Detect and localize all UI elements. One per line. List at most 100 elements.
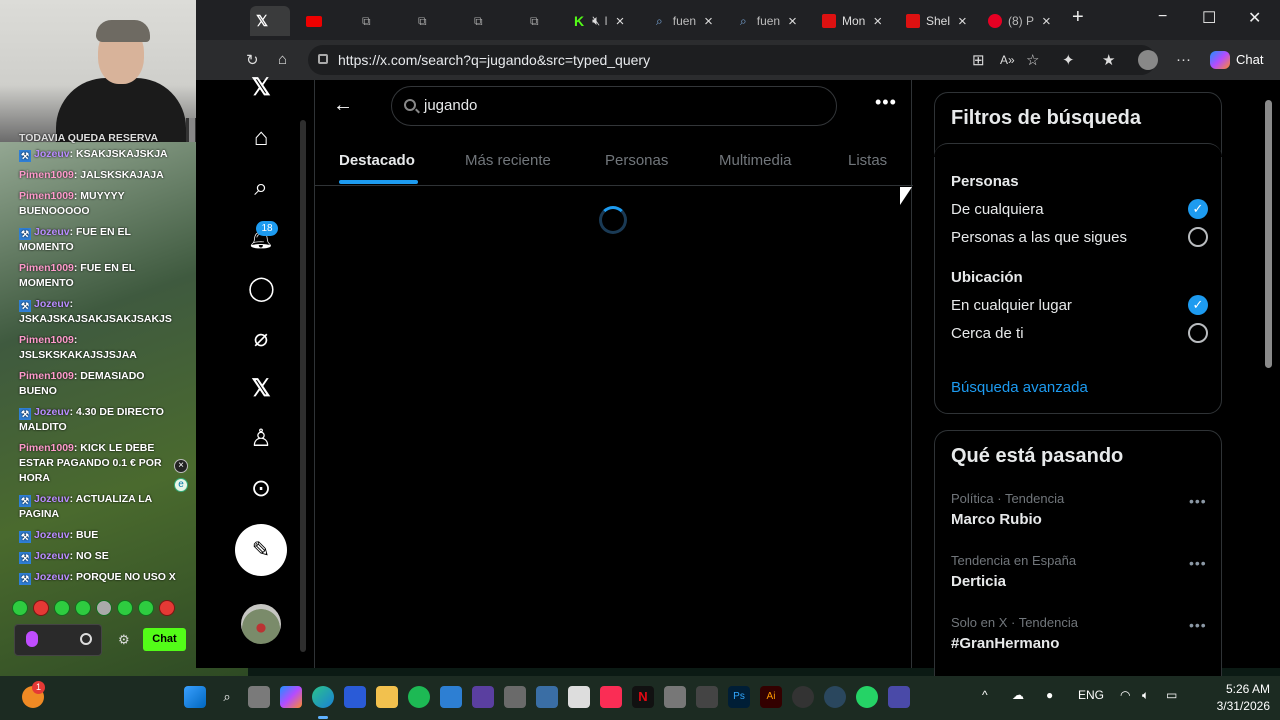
scrollbar-thumb[interactable] bbox=[1265, 100, 1272, 368]
tab-x[interactable]: 𝕏 bbox=[250, 6, 290, 36]
chat-username[interactable]: Pimen1009 bbox=[19, 190, 74, 202]
file-explorer-icon[interactable] bbox=[376, 686, 398, 708]
emote-icon[interactable] bbox=[96, 600, 112, 616]
chat-username[interactable]: Pimen1009 bbox=[19, 442, 74, 454]
option-de-cualquiera[interactable]: De cualquiera bbox=[951, 201, 1044, 218]
app-icon[interactable] bbox=[696, 686, 718, 708]
back-arrow-icon[interactable]: ← bbox=[333, 94, 353, 117]
emote-icon[interactable] bbox=[159, 600, 175, 616]
search-icon[interactable]: ⌕ bbox=[248, 175, 274, 201]
close-icon[interactable]: × bbox=[174, 459, 188, 473]
chat-username[interactable]: Pimen1009 bbox=[19, 262, 74, 274]
menu-dots-icon[interactable]: ··· bbox=[1176, 51, 1191, 68]
defender-icon[interactable] bbox=[440, 686, 462, 708]
muted-speaker-icon[interactable]: 🔇︎ bbox=[592, 13, 600, 29]
minimize-icon[interactable]: − bbox=[1158, 8, 1167, 26]
tab-destacado[interactable]: Destacado bbox=[339, 152, 415, 169]
stream-chat-send-button[interactable]: Chat bbox=[143, 628, 186, 651]
close-window-icon[interactable]: ✕ bbox=[1248, 8, 1261, 28]
check-selected-icon[interactable]: ✓ bbox=[1188, 295, 1208, 315]
close-tab-icon[interactable]: × bbox=[616, 13, 625, 30]
close-tab-icon[interactable]: × bbox=[1042, 13, 1051, 30]
trend-more-icon[interactable]: ••• bbox=[1189, 493, 1207, 509]
profile-icon[interactable]: ♙ bbox=[248, 426, 274, 452]
new-tab-icon[interactable]: + bbox=[1072, 6, 1084, 29]
tab-multimedia[interactable]: Multimedia bbox=[719, 152, 792, 169]
tab-extension[interactable]: ⧉ bbox=[474, 6, 483, 36]
trend-more-icon[interactable]: ••• bbox=[1189, 555, 1207, 571]
app-icon[interactable] bbox=[536, 686, 558, 708]
language-indicator[interactable]: ENG bbox=[1078, 688, 1104, 702]
search-icon[interactable]: ⌕ bbox=[216, 686, 238, 708]
refresh-icon[interactable]: ↻ bbox=[246, 51, 259, 69]
chat-username[interactable]: Jozeuv bbox=[34, 406, 70, 418]
obs-icon[interactable] bbox=[792, 686, 814, 708]
app-available-icon[interactable]: ⊞ bbox=[972, 51, 985, 69]
close-tab-icon[interactable]: × bbox=[788, 13, 797, 30]
home-icon[interactable]: ⌂ bbox=[248, 125, 274, 151]
favorites-icon[interactable]: ★ bbox=[1102, 51, 1115, 69]
chat-username[interactable]: Pimen1009 bbox=[19, 334, 74, 346]
microphone-icon[interactable] bbox=[26, 631, 38, 647]
option-personas-que-sigues[interactable]: Personas a las que sigues bbox=[951, 229, 1127, 246]
emote-icon[interactable] bbox=[12, 600, 28, 616]
whatsapp-icon[interactable] bbox=[856, 686, 878, 708]
battery-icon[interactable]: ▭ bbox=[1166, 688, 1177, 702]
chat-username[interactable]: Pimen1009 bbox=[19, 169, 74, 181]
tab-youtube[interactable] bbox=[306, 6, 328, 36]
account-avatar[interactable] bbox=[241, 604, 281, 644]
emote-icon[interactable] bbox=[75, 600, 91, 616]
emote-icon[interactable] bbox=[138, 600, 154, 616]
maximize-icon[interactable]: ☐ bbox=[1202, 8, 1216, 28]
more-options-icon[interactable]: ••• bbox=[875, 92, 897, 113]
favorite-star-icon[interactable]: ☆ bbox=[1026, 51, 1039, 69]
read-aloud-icon[interactable]: A» bbox=[1000, 53, 1015, 67]
tab-extension[interactable]: ⧉ bbox=[530, 6, 539, 36]
steam-icon[interactable] bbox=[824, 686, 846, 708]
tray-chevron-icon[interactable]: ^ bbox=[982, 688, 988, 702]
emote-icon[interactable] bbox=[117, 600, 133, 616]
copilot-icon[interactable] bbox=[280, 686, 302, 708]
microphone-icon[interactable]: ● bbox=[1046, 688, 1053, 702]
chat-username[interactable]: Jozeuv bbox=[34, 493, 70, 505]
wifi-icon[interactable]: ◠ bbox=[1120, 688, 1130, 702]
app-icon[interactable] bbox=[568, 686, 590, 708]
radio-unselected-icon[interactable] bbox=[1188, 227, 1208, 247]
option-cualquier-lugar[interactable]: En cualquier lugar bbox=[951, 297, 1072, 314]
emote-icon[interactable] bbox=[54, 600, 70, 616]
edge-icon[interactable] bbox=[312, 686, 334, 708]
copilot-chat-button[interactable]: Chat bbox=[1208, 48, 1274, 72]
x-logo-icon[interactable]: 𝕏 bbox=[248, 75, 274, 101]
grok-icon[interactable]: ⌀ bbox=[248, 326, 274, 352]
tab-shel[interactable]: Shel × bbox=[906, 6, 967, 36]
chat-username[interactable]: Jozeuv bbox=[34, 571, 70, 583]
home-icon[interactable]: ⌂ bbox=[278, 51, 287, 68]
search-input[interactable]: jugando bbox=[391, 86, 837, 126]
trend-name[interactable]: Derticia bbox=[951, 573, 1006, 590]
tab-personas[interactable]: Personas bbox=[605, 152, 668, 169]
system-clock[interactable]: 5:26 AM 3/31/2026 bbox=[1200, 681, 1270, 715]
extension-e-icon[interactable]: e bbox=[174, 478, 188, 492]
photoshop-icon[interactable]: Ps bbox=[728, 686, 750, 708]
x-logo-icon[interactable]: 𝕏 bbox=[248, 376, 274, 402]
radio-unselected-icon[interactable] bbox=[1188, 323, 1208, 343]
spotify-icon[interactable] bbox=[408, 686, 430, 708]
post-button[interactable]: ✎ bbox=[235, 524, 287, 576]
emoji-picker-icon[interactable] bbox=[80, 633, 92, 645]
app-icon[interactable] bbox=[504, 686, 526, 708]
tab-kick[interactable]: K 🔇︎ I × bbox=[574, 6, 624, 36]
tab-extension[interactable]: ⧉ bbox=[418, 6, 427, 36]
start-icon[interactable] bbox=[184, 686, 206, 708]
tab-search[interactable]: ⌕ fuen × bbox=[656, 6, 713, 36]
chat-username[interactable]: Jozeuv bbox=[34, 148, 70, 160]
volume-icon[interactable]: 🔈︎ bbox=[1142, 688, 1149, 703]
close-tab-icon[interactable]: × bbox=[958, 13, 967, 30]
left-scrollbar[interactable] bbox=[300, 120, 306, 652]
app-icon[interactable] bbox=[664, 686, 686, 708]
app-icon[interactable] bbox=[888, 686, 910, 708]
tab-pinterest[interactable]: (8) P × bbox=[988, 6, 1051, 36]
chat-username[interactable]: Pimen1009 bbox=[19, 370, 74, 382]
emote-icon[interactable] bbox=[33, 600, 49, 616]
app-icon[interactable] bbox=[472, 686, 494, 708]
store-icon[interactable] bbox=[344, 686, 366, 708]
